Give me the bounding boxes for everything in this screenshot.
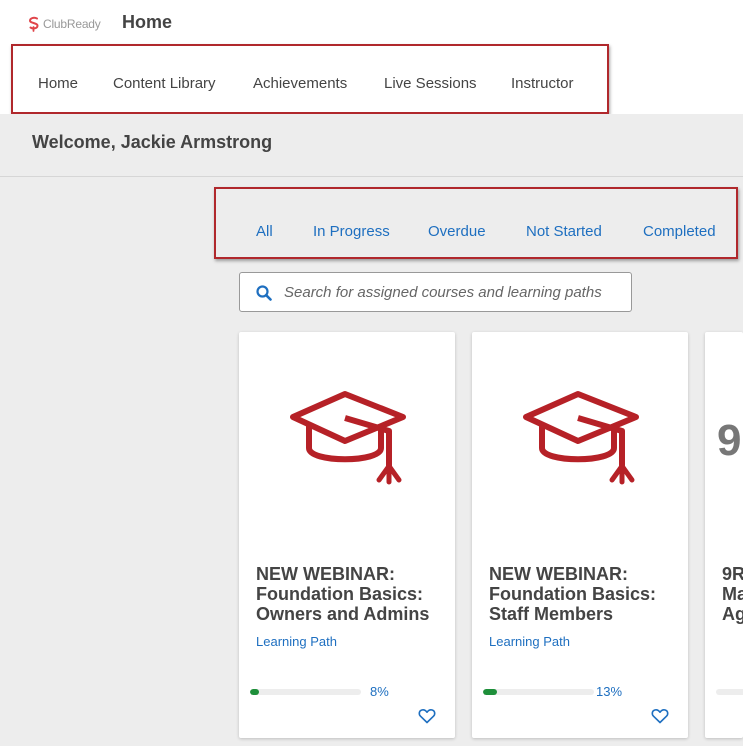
- progress-bar-fill: [250, 689, 259, 695]
- top-bar: ClubReady Home Home Content Library Achi…: [0, 0, 743, 114]
- clubready-logo-icon: [28, 16, 39, 32]
- search-input[interactable]: [284, 281, 624, 303]
- clubready-logo[interactable]: ClubReady: [28, 16, 101, 32]
- card-thumbnail-text: 9: [717, 416, 742, 465]
- card-type-label: Learning Path: [256, 634, 337, 649]
- logo-text: ClubReady: [43, 17, 101, 31]
- course-card[interactable]: 9 9R Ma Ag: [705, 332, 743, 738]
- nav-item-achievements[interactable]: Achievements: [253, 75, 347, 92]
- progress-percent: 13%: [596, 684, 623, 699]
- filter-tab-completed[interactable]: Completed: [643, 223, 716, 240]
- page-title: Home: [122, 12, 173, 32]
- progress-bar: [250, 689, 361, 695]
- card-type-label: Learning Path: [489, 634, 570, 649]
- filter-tab-in-progress[interactable]: In Progress: [313, 223, 390, 240]
- progress-percent: 8%: [370, 684, 389, 699]
- main-nav: Home Content Library Achievements Live S…: [11, 44, 609, 114]
- graduation-cap-icon: [290, 391, 406, 485]
- heart-icon[interactable]: [651, 708, 669, 724]
- filter-tab-not-started[interactable]: Not Started: [526, 223, 602, 240]
- welcome-message: Welcome, Jackie Armstrong: [32, 132, 273, 152]
- card-title-line: Ag: [722, 604, 743, 624]
- filter-tab-all[interactable]: All: [256, 223, 273, 240]
- nav-item-content-library[interactable]: Content Library: [113, 75, 216, 92]
- course-card[interactable]: NEW WEBINAR: Foundation Basics: Staff Me…: [472, 332, 688, 738]
- card-title[interactable]: NEW WEBINAR: Foundation Basics: Staff Me…: [489, 564, 679, 624]
- card-title[interactable]: 9R Ma Ag: [722, 564, 743, 624]
- filter-tab-overdue[interactable]: Overdue: [428, 223, 486, 240]
- card-title-line: Ma: [722, 584, 743, 604]
- card-thumbnail: [239, 332, 455, 552]
- card-thumbnail: [472, 332, 688, 552]
- filter-tabs: All In Progress Overdue Not Started Comp…: [214, 187, 738, 259]
- heart-icon[interactable]: [418, 708, 436, 724]
- nav-item-live-sessions[interactable]: Live Sessions: [384, 75, 477, 92]
- card-title-line: 9R: [722, 564, 743, 584]
- progress-bar: [716, 689, 743, 695]
- card-title[interactable]: NEW WEBINAR: Foundation Basics: Owners a…: [256, 564, 446, 624]
- welcome-bar: Welcome, Jackie Armstrong: [0, 114, 743, 177]
- progress-bar-fill: [483, 689, 498, 695]
- nav-item-instructor[interactable]: Instructor: [511, 75, 574, 92]
- nav-item-home[interactable]: Home: [38, 75, 78, 92]
- graduation-cap-icon: [523, 391, 639, 485]
- search-box: [239, 272, 632, 312]
- progress-bar: [483, 689, 594, 695]
- course-card[interactable]: NEW WEBINAR: Foundation Basics: Owners a…: [239, 332, 455, 738]
- search-icon[interactable]: [256, 285, 272, 301]
